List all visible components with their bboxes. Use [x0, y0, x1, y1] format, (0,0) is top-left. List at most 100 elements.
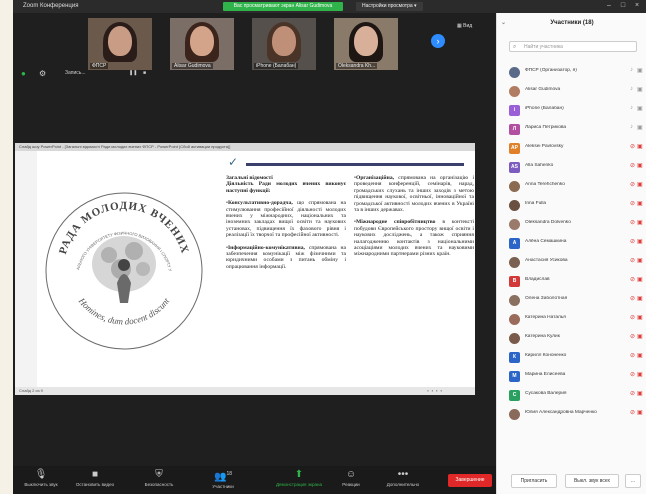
camera-icon[interactable]: ▣: [637, 105, 643, 112]
camera-off-icon[interactable]: ▣: [637, 200, 643, 207]
microphone-icon[interactable]: ♪: [630, 86, 633, 92]
camera-off-icon[interactable]: ▣: [637, 333, 643, 340]
more-button[interactable]: ••• Дополнительно: [379, 468, 427, 492]
microphone-muted-icon[interactable]: ⊘: [630, 200, 635, 207]
participant-search-input[interactable]: ⌕ Найти участника: [509, 41, 637, 52]
camera-off-icon[interactable]: ▣: [637, 162, 643, 169]
microphone-muted-icon[interactable]: ⊘: [630, 390, 635, 397]
reactions-button[interactable]: ☺ Реакции: [327, 468, 375, 492]
participant-row[interactable]: Анастасия Усикова ⊘ ▣: [497, 253, 646, 272]
participant-row[interactable]: Oleksandra Dolvenko ⊘ ▣: [497, 215, 646, 234]
more-options-button[interactable]: ...: [625, 474, 641, 488]
camera-off-icon[interactable]: ▣: [637, 257, 643, 264]
stop-icon[interactable]: ■: [143, 70, 146, 76]
camera-off-icon[interactable]: ▣: [637, 238, 643, 245]
participant-row[interactable]: К Кирилл Кононенко ⊘ ▣: [497, 348, 646, 367]
participant-row[interactable]: Alisar Gudimova ♪ ▣: [497, 82, 646, 101]
camera-off-icon[interactable]: ▣: [637, 181, 643, 188]
participant-name: Кирилл Кононенко: [525, 353, 567, 358]
pause-icon[interactable]: ❚❚: [129, 70, 137, 76]
participant-row[interactable]: С Сусакова Валерия ⊘ ▣: [497, 386, 646, 405]
camera-off-icon[interactable]: ▣: [637, 314, 643, 321]
camera-off-icon[interactable]: ▣: [637, 219, 643, 226]
participant-row[interactable]: Л Лариса Петрикова ♪ ▣: [497, 120, 646, 139]
microphone-icon[interactable]: ♪: [630, 67, 633, 73]
microphone-muted-icon[interactable]: ⊘: [630, 162, 635, 169]
participant-row[interactable]: В Владислав ⊘ ▣: [497, 272, 646, 291]
participant-row[interactable]: Катерина Кулик ⊘ ▣: [497, 329, 646, 348]
camera-off-icon[interactable]: ▣: [637, 390, 643, 397]
camera-off-icon[interactable]: ▣: [637, 352, 643, 359]
video-thumbnail[interactable]: iPhone (Балабан): [252, 18, 316, 70]
microphone-muted-icon[interactable]: ⊘: [630, 257, 635, 264]
col2-p2-bold: Міжнародне співробітництво: [355, 219, 436, 226]
microphone-muted-icon[interactable]: ⊘: [630, 333, 635, 340]
microphone-muted-icon[interactable]: ⊘: [630, 314, 635, 321]
camera-icon[interactable]: ▣: [637, 67, 643, 74]
share-icon: ⬆: [294, 469, 304, 480]
participant-row[interactable]: AP Aleksei Pavlovsky ⊘ ▣: [497, 139, 646, 158]
smiley-icon: ☺: [345, 469, 357, 480]
camera-icon[interactable]: ▣: [637, 124, 643, 131]
view-buttons-icon[interactable]: ▪▪▪▪: [427, 387, 445, 395]
avatar: В: [509, 276, 520, 287]
mute-button[interactable]: 🎙 Выключить звук: [17, 468, 65, 492]
mute-all-button[interactable]: Выкл. звук всех: [565, 474, 619, 488]
participant-row[interactable]: А Алёна Семашкина ⊘ ▣: [497, 234, 646, 253]
participants-panel: ⌄ Участники (18) ⌕ Найти участника ФПСР …: [496, 13, 646, 494]
participant-row[interactable]: Anna Terehchenko ⊘ ▣: [497, 177, 646, 196]
reactions-label: Реакции: [342, 482, 360, 487]
microphone-muted-icon[interactable]: ⊘: [630, 181, 635, 188]
video-button[interactable]: ■ Остановить видео: [71, 468, 119, 492]
participant-row[interactable]: Катерина Наталья ⊘ ▣: [497, 310, 646, 329]
microphone-muted-icon[interactable]: ⊘: [630, 143, 635, 150]
maximize-icon[interactable]: □: [617, 2, 629, 11]
video-thumbnail[interactable]: ФПСР: [88, 18, 152, 70]
microphone-icon[interactable]: ♪: [630, 105, 633, 111]
participants-button[interactable]: 👥18 Участники: [199, 468, 247, 492]
microphone-muted-icon[interactable]: ⊘: [630, 276, 635, 283]
microphone-icon[interactable]: ♪: [630, 124, 633, 130]
camera-off-icon[interactable]: ▣: [637, 295, 643, 302]
close-icon[interactable]: ×: [631, 2, 643, 11]
camera-icon[interactable]: ▣: [637, 86, 643, 93]
invite-button[interactable]: Пригласить: [511, 474, 557, 488]
participant-row[interactable]: Юлия Александровна Марченко ⊘ ▣: [497, 405, 646, 424]
share-screen-button[interactable]: ⬆ Демонстрация экрана: [269, 468, 329, 492]
participant-row[interactable]: Inna Fulla ⊘ ▣: [497, 196, 646, 215]
avatar: [509, 409, 520, 420]
participant-name: Alisar Gudimova: [525, 87, 561, 92]
camera-off-icon[interactable]: ▣: [637, 143, 643, 150]
security-button[interactable]: ⛨ Безопасность: [135, 468, 183, 492]
participant-row[interactable]: ФПСР (Организатор, я) ♪ ▣: [497, 63, 646, 82]
microphone-muted-icon[interactable]: ⊘: [630, 371, 635, 378]
slide-margin: [15, 151, 37, 387]
next-page-icon[interactable]: ›: [431, 34, 445, 48]
chevron-down-icon[interactable]: ⌄: [501, 13, 506, 33]
microphone-muted-icon[interactable]: ⊘: [630, 352, 635, 359]
thumbnail-name: Alisar Gudimova: [172, 63, 213, 69]
avatar: К: [509, 352, 520, 363]
participant-row[interactable]: AS Alla Sahenko ⊘ ▣: [497, 158, 646, 177]
microphone-muted-icon[interactable]: ⊘: [630, 238, 635, 245]
participant-row[interactable]: i iPhone (Балабан) ♪ ▣: [497, 101, 646, 120]
video-thumbnail[interactable]: Oleksandra Kh...: [334, 18, 398, 70]
minimize-icon[interactable]: –: [603, 2, 615, 11]
camera-off-icon[interactable]: ▣: [637, 276, 643, 283]
participant-row[interactable]: Олена Заболотная ⊘ ▣: [497, 291, 646, 310]
view-label[interactable]: ▦ Вид: [457, 23, 472, 29]
view-options-button[interactable]: Настройки просмотра ▾: [356, 2, 423, 11]
participant-name: Aleksei Pavlovsky: [525, 144, 564, 149]
record-label[interactable]: Запись...: [65, 70, 86, 76]
microphone-muted-icon[interactable]: ⊘: [630, 219, 635, 226]
video-thumbnail[interactable]: Alisar Gudimova: [170, 18, 234, 70]
microphone-muted-icon[interactable]: ⊘: [630, 295, 635, 302]
participants-footer: Пригласить Выкл. звук всех ...: [497, 469, 646, 494]
participant-name: Владислав: [525, 277, 550, 282]
end-meeting-button[interactable]: Завершение: [448, 474, 492, 487]
camera-off-icon[interactable]: ▣: [637, 371, 643, 378]
camera-off-icon[interactable]: ▣: [637, 409, 643, 416]
participant-row[interactable]: М Марина Елисеева ⊘ ▣: [497, 367, 646, 386]
gear-icon[interactable]: ⚙: [39, 69, 46, 78]
microphone-muted-icon[interactable]: ⊘: [630, 409, 635, 416]
